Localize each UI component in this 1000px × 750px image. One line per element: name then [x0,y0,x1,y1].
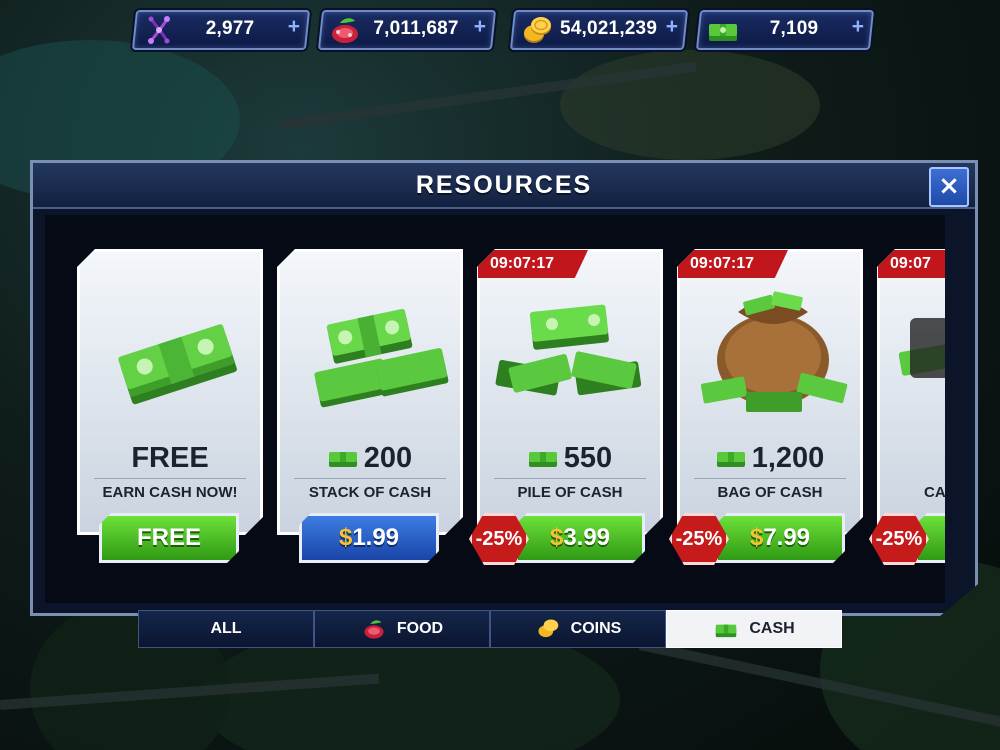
category-tabs: ALL FOOD COINS CASH [138,610,842,648]
buy-stack-button[interactable]: $1.99 [299,513,439,563]
food-icon [332,18,358,43]
cash-value: 7,109 [769,18,819,39]
cash-stack-icon [280,268,466,418]
currency-symbol: $ [549,524,564,551]
cash-icon [716,624,737,638]
offer-name: PILE OF CASH [517,484,623,501]
offer-card-stack[interactable]: 200 STACK OF CASH [277,249,463,535]
resource-food[interactable]: 7,011,687 + [317,10,497,50]
offer-amount: 1,200 [680,442,860,477]
buy-bag-button[interactable]: $7.99 [715,513,845,563]
sale-timer: 09:07:17 [678,250,788,278]
currency-symbol: $ [749,524,764,551]
offer-card-free[interactable]: FREE EARN CASH NOW! [77,249,263,535]
resource-dna[interactable]: 2,977 + [131,10,311,50]
sale-timer: 09:07:17 [478,250,588,278]
offer-carousel[interactable]: FREE EARN CASH NOW! FREE 200 STACK OF CA… [45,215,945,603]
resource-cash[interactable]: 7,109 + [695,10,875,50]
cash-stack-icon [80,268,266,418]
price-value: 1.99 [352,524,400,551]
cash-icon [716,449,746,469]
cash-icon [528,449,558,469]
offer-card-bag[interactable]: 09:07:17 1,200 BAG OF CASH [677,249,863,535]
cash-icon [328,449,358,469]
cash-icon [709,24,737,41]
sale-timer: 09:07 [878,250,945,278]
resource-bar: 2,977 + 7,011,687 + 54,021,239 + 7,109 + [0,10,1000,50]
offer-card-pile[interactable]: 09:07:17 550 PILE OF CASH [477,249,663,535]
dna-icon [148,16,170,44]
tab-cash[interactable]: CASH [666,610,842,648]
tab-all[interactable]: ALL [138,610,314,648]
food-icon [364,620,384,639]
divider [294,478,446,479]
offer-amount: 550 [480,442,660,477]
panel-title: RESOURCES [415,171,593,199]
money-bag-icon [680,268,866,418]
tab-coins[interactable]: COINS [490,610,666,648]
add-coins-button[interactable]: + [666,15,678,39]
offer-name: BAG OF CASH [717,484,823,501]
add-cash-button[interactable]: + [852,15,864,39]
tab-label: COINS [570,620,622,637]
offer-amount: FREE [80,442,260,475]
food-value: 7,011,687 [373,18,459,39]
close-button[interactable]: × [929,167,969,207]
tab-label: ALL [210,620,242,637]
currency-symbol: $ [338,524,353,551]
cash-pile-icon [880,268,945,418]
panel-header: RESOURCES × [33,163,975,209]
price-value: 3.99 [563,524,611,551]
offer-name: STACK OF CASH [308,484,432,501]
offer-amount-text: FREE [131,442,209,474]
divider [694,478,846,479]
dna-value: 2,977 [205,18,255,39]
buy-pile-button[interactable]: $3.99 [515,513,645,563]
divider [94,478,246,479]
coins-icon [524,17,551,43]
price-value: 7.99 [763,524,811,551]
claim-free-button[interactable]: FREE [99,513,239,563]
coins-value: 54,021,239 [560,18,658,39]
resources-panel: RESOURCES × FREE EARN CASH NOW! FREE 200… [30,160,978,616]
tab-label: FOOD [396,620,444,637]
add-dna-button[interactable]: + [288,15,300,39]
coins-icon [538,619,558,638]
offer-amount-text: 1,200 [751,442,825,474]
offer-amount-text: 550 [563,442,613,474]
offer-name: CA [924,484,945,501]
offer-amount-text: 200 [363,442,413,474]
tab-food[interactable]: FOOD [314,610,490,648]
cash-pile-icon [480,268,666,418]
resource-coins[interactable]: 54,021,239 + [509,10,689,50]
tab-label: CASH [749,620,795,637]
offer-amount: 200 [280,442,460,477]
add-food-button[interactable]: + [474,15,486,39]
divider [494,478,646,479]
button-label: FREE [136,524,201,551]
offer-card-partial[interactable]: 09:07 CA [877,249,945,535]
offer-name: EARN CASH NOW! [102,484,238,501]
